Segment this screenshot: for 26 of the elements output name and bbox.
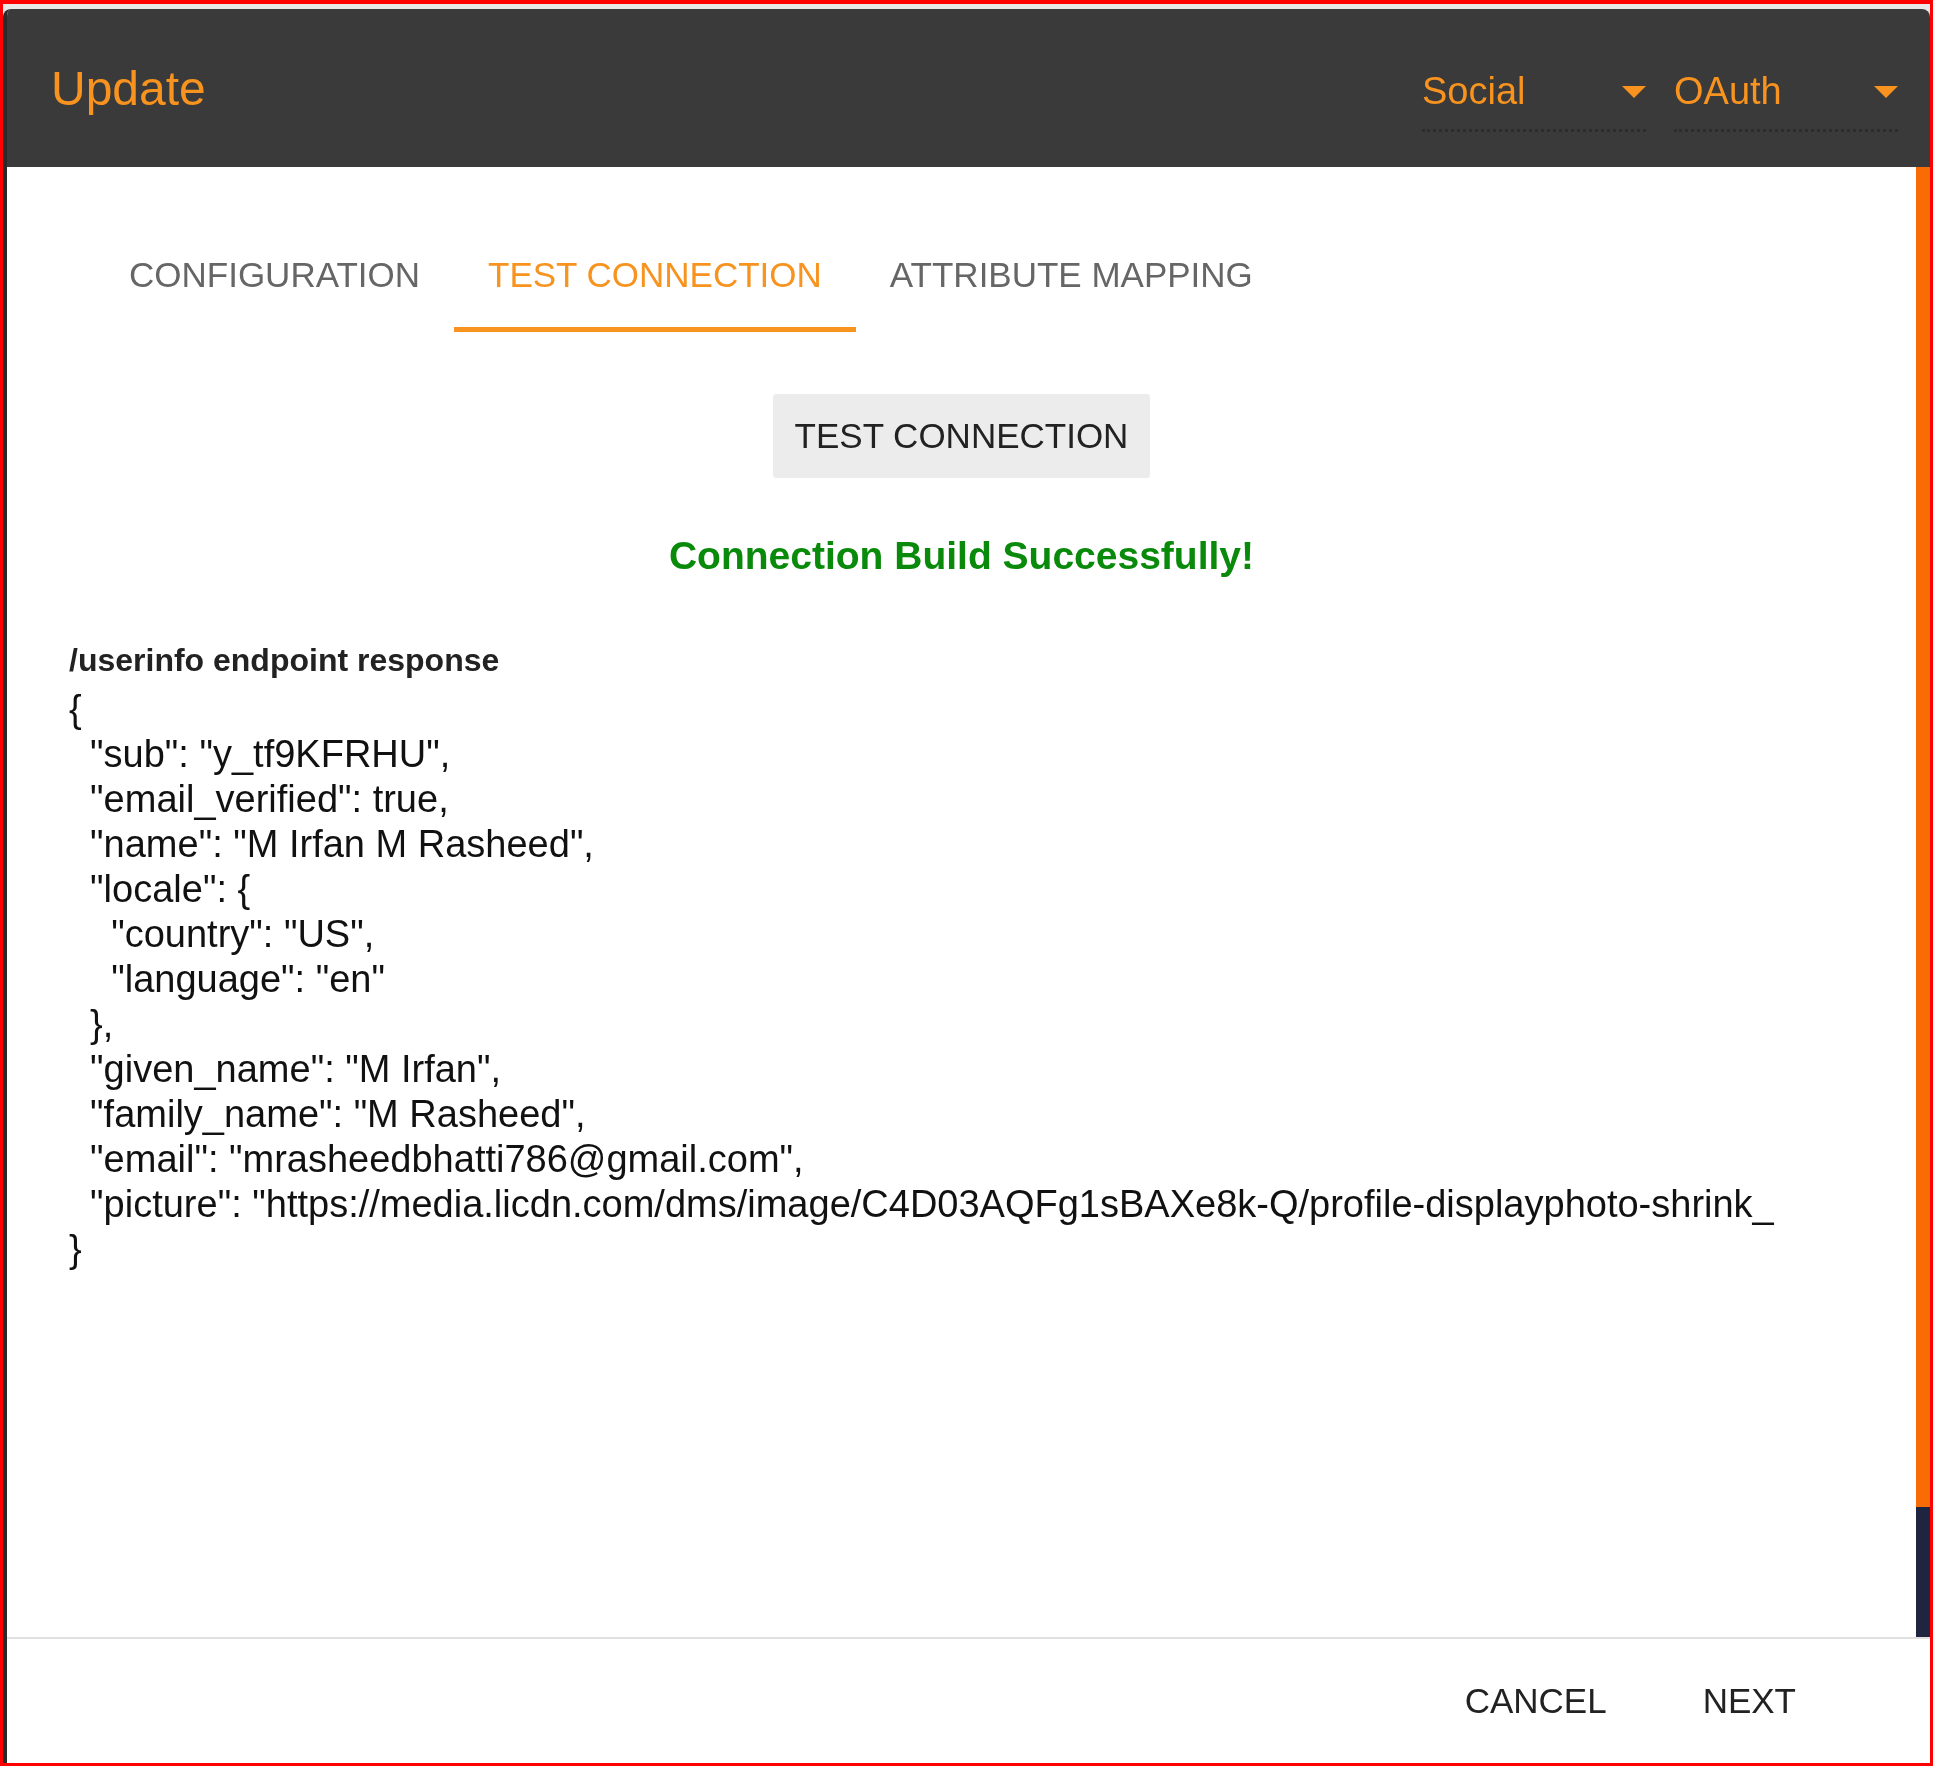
caret-icon xyxy=(1622,85,1646,98)
footer-button[interactable]: NEXT xyxy=(1678,1669,1820,1733)
json-line: "given_name": "M Irfan", xyxy=(89,1047,503,1092)
json-line: "email": "mrasheedbhatti786@gmail.com", xyxy=(89,1137,805,1182)
scrollbar[interactable] xyxy=(1916,167,1930,1637)
success-message: Connection Build Successfully! xyxy=(668,534,1255,578)
json-line: "family_name": "M Rasheed", xyxy=(89,1092,587,1137)
json-line: "locale": { xyxy=(89,867,252,912)
json-line: "picture": "https://media.licdn.com/dms/image/C4D03AQFg1sBAXe8k-Q/profile-displayphoto-shrink_ xyxy=(89,1182,1775,1227)
dialog-title: Update xyxy=(51,60,207,116)
json-line: }, xyxy=(89,1002,115,1047)
json-line: "language": "en" xyxy=(110,957,386,1002)
response-heading: /userinfo endpoint response xyxy=(69,642,501,679)
json-line: { xyxy=(69,687,83,732)
tab[interactable]: CONFIGURATION xyxy=(95,227,454,332)
footer-button[interactable]: CANCEL xyxy=(1440,1669,1631,1733)
json-line: "sub": "y_tf9KFRHU", xyxy=(89,732,452,777)
json-line: "country": "US", xyxy=(110,912,376,957)
test-connection-button[interactable]: TEST CONNECTION xyxy=(772,394,1151,478)
json-line: "name": "M Irfan M Rasheed", xyxy=(89,822,595,867)
json-line: "email_verified": true, xyxy=(89,777,450,822)
tab[interactable]: ATTRIBUTE MAPPING xyxy=(855,227,1287,332)
json-line: } xyxy=(69,1227,83,1272)
dropdown[interactable]: Social xyxy=(1422,64,1646,132)
caret-icon xyxy=(1874,85,1898,98)
dropdown[interactable]: OAuth xyxy=(1674,64,1898,132)
